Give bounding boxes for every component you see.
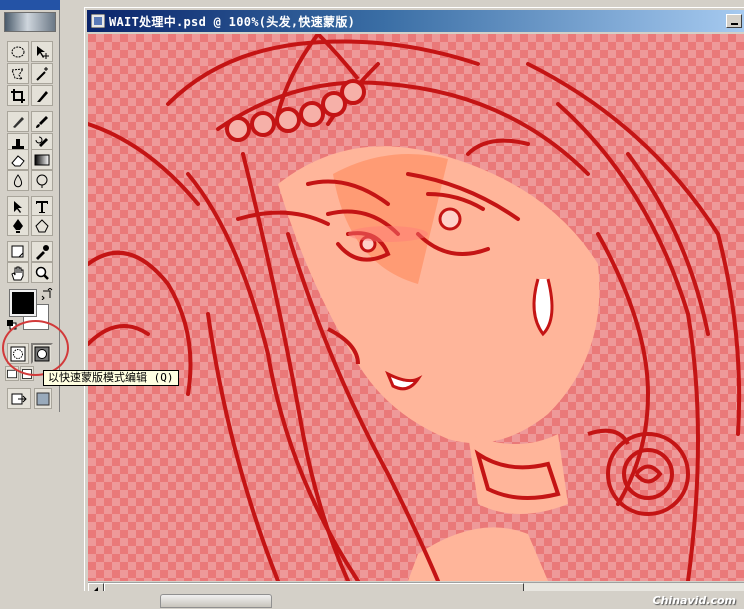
magic-wand-tool-icon[interactable] [31, 63, 53, 84]
photoshop-document-icon [91, 14, 105, 28]
lasso-tool-icon[interactable] [7, 63, 29, 84]
taskbar-tab[interactable] [160, 594, 272, 608]
zoom-tool-icon[interactable] [31, 262, 53, 283]
imageready-icon[interactable] [34, 388, 52, 409]
move-tool-icon[interactable] [31, 41, 53, 62]
minimize-icon [730, 23, 738, 25]
pen-tool-icon[interactable] [7, 215, 29, 236]
document-canvas[interactable] [88, 34, 744, 581]
status-bar [0, 591, 744, 609]
document-title-bar[interactable]: WAIT处理中.psd @ 100%(头发,快速蒙版) [87, 10, 744, 32]
foreground-color-swatch[interactable] [9, 289, 37, 317]
notes-tool-icon[interactable] [7, 241, 29, 262]
minimize-button[interactable] [726, 14, 742, 28]
document-title: WAIT处理中.psd @ 100%(头发,快速蒙版) [109, 14, 356, 29]
shape-tool-icon[interactable] [31, 215, 53, 236]
toolbox-panel [0, 0, 69, 412]
crop-tool-icon[interactable] [7, 85, 29, 106]
jump-to-imageready-button[interactable] [7, 388, 31, 409]
path-selection-tool-icon[interactable] [7, 196, 29, 217]
dodge-tool-icon[interactable] [31, 170, 53, 191]
manga-artwork [88, 34, 744, 581]
gradient-tool-icon[interactable] [31, 149, 53, 170]
toolbox-titlebar[interactable] [0, 0, 60, 10]
brush-tool-icon[interactable] [31, 111, 53, 132]
highlight-circle [2, 320, 69, 376]
photoshop-logo[interactable] [4, 12, 56, 32]
document-window: WAIT处理中.psd @ 100%(头发,快速蒙版) [84, 7, 744, 609]
blur-tool-icon[interactable] [7, 170, 29, 191]
watermark-text: Chinavid.com [652, 594, 736, 607]
healing-brush-tool-icon[interactable] [7, 111, 29, 132]
quick-mask-tooltip: 以快速蒙版模式编辑 (Q) [43, 370, 179, 386]
swap-colors-icon[interactable] [41, 288, 53, 300]
marquee-tool-icon[interactable] [7, 41, 29, 62]
eraser-tool-icon[interactable] [7, 149, 29, 170]
slice-tool-icon[interactable] [31, 85, 53, 106]
hand-tool-icon[interactable] [7, 262, 29, 283]
type-tool-icon[interactable] [31, 196, 53, 217]
eyedropper-tool-icon[interactable] [31, 241, 53, 262]
